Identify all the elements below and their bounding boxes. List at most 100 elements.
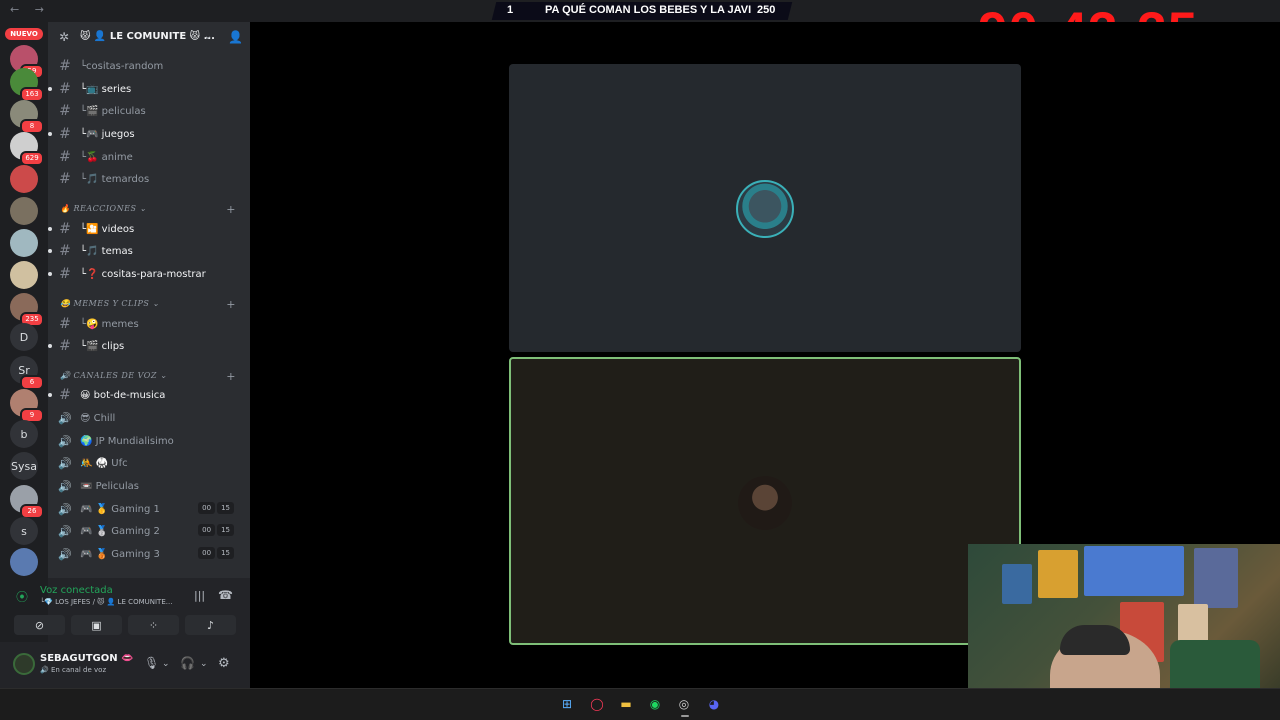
server-icon[interactable]: D <box>10 323 38 351</box>
active-app-indicator <box>681 715 689 717</box>
text-channel[interactable]: # └🎬 peliculas <box>56 101 244 121</box>
text-channel[interactable]: # 😀 bot-de-musica <box>48 385 244 405</box>
speaker-icon: 🔊 <box>58 411 72 425</box>
noise-suppression-icon[interactable]: ||| <box>194 589 205 602</box>
chevron-down-icon[interactable]: ⌄ <box>162 659 170 669</box>
user-count: 00 <box>198 524 216 536</box>
user-count: 15 <box>217 547 234 559</box>
discord-icon[interactable]: ◕ <box>705 695 723 713</box>
new-pill[interactable]: NUEVO <box>5 28 43 40</box>
text-channel[interactable]: # └🎮 juegos <box>48 124 244 144</box>
category-label: 🔥 REACCIONES ⌄ <box>60 204 147 213</box>
microphone-icon[interactable]: 🎙 <box>144 656 159 670</box>
webcam-hat <box>1060 625 1130 655</box>
text-channel[interactable]: # └🎵 temas <box>48 241 244 261</box>
voice-channel-path[interactable]: └💎 LOS JEFES / 😾 👤 LE COMUNITE... <box>40 598 172 606</box>
voice-channel[interactable]: 🔊 🌍 JP Mundialisimo <box>56 431 244 451</box>
server-icon[interactable]: 26 <box>10 485 44 519</box>
gear-icon[interactable]: ⚙ <box>218 656 230 671</box>
speaker-icon: 🔊 <box>58 502 72 516</box>
server-label: D <box>19 330 29 344</box>
user-count: 00 <box>198 547 216 559</box>
user-count: 00 <box>198 502 216 514</box>
hash-icon: # <box>59 58 71 74</box>
server-icon[interactable]: 8 <box>10 100 44 134</box>
server-icon[interactable]: 9 <box>10 389 44 423</box>
chevron-down-icon[interactable]: ⌄ <box>204 31 212 42</box>
text-channel[interactable]: # └📺 series <box>48 79 244 99</box>
participant-avatar <box>738 476 792 530</box>
add-channel-icon[interactable]: + <box>226 298 236 311</box>
user-avatar[interactable] <box>13 653 35 675</box>
banner-right-number: 250 <box>757 4 776 16</box>
server-icon[interactable]: b <box>10 420 38 448</box>
camera-button[interactable]: ⊘ <box>14 615 65 635</box>
disconnect-icon[interactable]: ☎ <box>218 588 233 602</box>
username[interactable]: SEBAGUTGON 👄 <box>40 653 134 664</box>
voice-channel[interactable]: 🔊 🎮 🥉 Gaming 3 00 15 <box>56 544 244 564</box>
text-channel[interactable]: # └🍒 anime <box>56 147 244 167</box>
mention-badge: 6 <box>20 375 44 390</box>
server-header[interactable]: ✲ 😾 👤 LE COMUNITE 😾 ... ⌄ 👤 <box>48 25 250 51</box>
channel-category[interactable]: 😂 MEMES Y CLIPS ⌄ + <box>60 298 240 313</box>
text-channel[interactable]: # └🤪 memes <box>56 314 244 334</box>
screen-share-button[interactable]: ▣ <box>71 615 122 635</box>
text-channel[interactable]: # └🎵 temardos <box>56 169 244 189</box>
channel-name: └🎬 clips <box>80 340 125 352</box>
text-channel[interactable]: # └🎬 clips <box>48 336 244 356</box>
server-settings-icon[interactable]: ✲ <box>59 30 69 44</box>
voice-channel[interactable]: 🔊 📼 Peliculas <box>56 476 244 496</box>
spotify-icon[interactable]: ◉ <box>646 695 664 713</box>
back-forward-arrows[interactable]: ← → <box>10 3 50 16</box>
add-member-icon[interactable]: 👤 <box>228 30 243 44</box>
unread-indicator <box>48 249 52 253</box>
text-channel[interactable]: # └❓ cositas-para-mostrar <box>48 264 244 284</box>
server-icon[interactable]: 235 <box>10 293 44 327</box>
mention-badge: 629 <box>20 151 44 166</box>
server-icon[interactable]: 629 <box>10 132 44 166</box>
server-icon[interactable] <box>10 261 38 289</box>
user-limit: 00 15 <box>198 502 234 514</box>
server-icon[interactable] <box>10 229 38 257</box>
text-channel[interactable]: # └🎦 videos <box>48 219 244 239</box>
user-count: 15 <box>217 524 234 536</box>
server-icon[interactable]: Sr 6 <box>10 356 44 390</box>
channel-name: 🎮 🥇 Gaming 1 <box>80 503 160 515</box>
screen-share-icon: ▣ <box>91 618 102 632</box>
category-label: 😂 MEMES Y CLIPS ⌄ <box>60 299 160 308</box>
user-status: 🔊 En canal de voz <box>40 666 107 674</box>
voice-channel[interactable]: 🔊 🎮 🥇 Gaming 1 00 15 <box>56 499 244 519</box>
file-explorer-icon[interactable]: ▬ <box>617 695 635 713</box>
server-icon[interactable] <box>10 548 38 576</box>
text-channel[interactable]: # └cositas-random <box>56 56 244 76</box>
obs-icon[interactable]: ◎ <box>675 695 693 713</box>
add-channel-icon[interactable]: + <box>226 370 236 383</box>
windows-start-icon[interactable]: ⊞ <box>558 695 576 713</box>
voice-channel[interactable]: 🔊 🤼 🥋 Ufc <box>56 453 244 473</box>
soundboard-button[interactable]: ♪ <box>185 615 236 635</box>
activities-button[interactable]: ⁘ <box>128 615 179 635</box>
unread-indicator <box>48 272 52 276</box>
voice-channel[interactable]: 🔊 🎮 🥈 Gaming 2 00 15 <box>56 521 244 541</box>
signal-icon[interactable]: ⦿ <box>16 588 28 605</box>
server-icon[interactable]: Sysa <box>10 452 38 480</box>
chevron-down-icon[interactable]: ⌄ <box>200 659 208 669</box>
speaker-icon: 🔊 <box>58 524 72 538</box>
add-channel-icon[interactable]: + <box>226 203 236 216</box>
server-icon[interactable]: 163 <box>10 68 44 102</box>
headphones-icon[interactable]: 🎧 <box>180 656 195 670</box>
channel-name: 😎 Chill <box>80 412 116 424</box>
voice-channel[interactable]: 🔊 😎 Chill <box>56 408 244 428</box>
channel-name: └cositas-random <box>80 60 164 72</box>
unread-indicator <box>48 393 52 397</box>
hash-icon: # <box>59 81 71 97</box>
server-icon[interactable]: s <box>10 517 38 545</box>
server-icon[interactable] <box>10 165 38 193</box>
speaker-icon: 🔊 <box>58 547 72 561</box>
voice-status[interactable]: Voz conectada <box>40 585 113 596</box>
channel-category[interactable]: 🔥 REACCIONES ⌄ + <box>60 203 240 218</box>
server-icon[interactable] <box>10 197 38 225</box>
channel-category[interactable]: 🔊 CANALES DE VOZ ⌄ + <box>60 370 240 385</box>
channel-name: 🤼 🥋 Ufc <box>80 457 128 469</box>
opera-icon[interactable]: ◯ <box>588 695 606 713</box>
